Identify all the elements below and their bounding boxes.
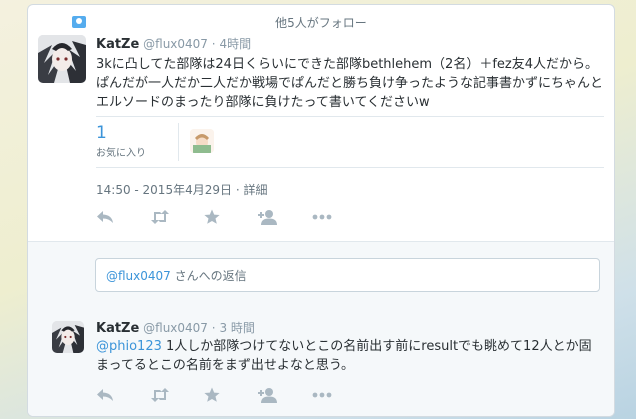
reply-compose-area: @flux0407 さんへの返信	[28, 241, 614, 305]
tweet-time[interactable]: 4時間	[219, 37, 251, 51]
avatar[interactable]	[38, 35, 86, 83]
reply-text-body: 1人しか部隊つけてないとこの名前出す前にresultでも眺めて12人とか固まって…	[96, 339, 592, 373]
follow-button[interactable]	[258, 385, 312, 405]
reply-author-name[interactable]: KatZe	[96, 321, 139, 336]
follow-notice: 他5人がフォロー	[275, 16, 367, 30]
retweet-button[interactable]	[150, 207, 204, 227]
reply-mention: @flux0407	[106, 269, 171, 283]
reply-icon	[97, 389, 113, 401]
author-name[interactable]: KatZe	[96, 37, 139, 52]
add-user-icon	[258, 388, 277, 403]
follow-button[interactable]	[258, 207, 312, 227]
timestamp-text[interactable]: 14:50 - 2015年4月29日	[96, 183, 232, 197]
reply-button[interactable]	[96, 207, 150, 227]
reply-text-mention[interactable]: @phio123	[96, 339, 162, 354]
favorite-button[interactable]	[204, 385, 258, 405]
tweet-actions	[96, 207, 366, 227]
reply-actions	[96, 385, 366, 405]
reply-input[interactable]: @flux0407 さんへの返信	[95, 258, 600, 292]
reply-button[interactable]	[96, 385, 150, 405]
divider	[96, 116, 604, 117]
retweet-icon	[151, 210, 169, 224]
stats-divider	[178, 123, 179, 161]
more-icon	[312, 392, 332, 398]
reply-avatar[interactable]	[52, 321, 84, 353]
reply-placeholder: さんへの返信	[170, 269, 247, 283]
tweet-text: 3kに凸してた部隊は24日くらいにできた部隊bethlehem（2名）＋fez友…	[96, 57, 604, 110]
reply-icon	[97, 211, 113, 223]
retweet-button[interactable]	[150, 385, 204, 405]
reply-author-handle[interactable]: @flux0407	[143, 321, 208, 335]
more-button[interactable]	[312, 385, 366, 405]
tweet-header: KatZe @flux0407 · 4時間	[96, 35, 251, 52]
conversation-panel: 他5人がフォロー KatZe @flux0407 · 4時間 3kに凸してた部隊…	[27, 4, 615, 417]
tweet-timestamp: 14:50 - 2015年4月29日 · 詳細	[96, 181, 268, 198]
more-button[interactable]	[312, 207, 366, 227]
favoriter-avatar[interactable]	[190, 129, 214, 153]
reply-time[interactable]: 3 時間	[219, 321, 254, 335]
divider	[96, 167, 604, 168]
separator: ·	[211, 321, 216, 335]
author-handle[interactable]: @flux0407	[143, 37, 208, 51]
favorites-count[interactable]: 1	[96, 123, 107, 143]
separator: ·	[211, 37, 216, 51]
reply-text: @phio123 1人しか部隊つけてないとこの名前出す前にresultでも眺めて…	[96, 337, 604, 375]
separator: ·	[235, 183, 240, 197]
reply-header: KatZe @flux0407 · 3 時間	[96, 319, 255, 336]
favorite-button[interactable]	[204, 207, 258, 227]
details-link[interactable]: 詳細	[243, 183, 267, 197]
star-icon	[204, 209, 220, 224]
add-user-icon	[258, 210, 277, 225]
retweet-icon	[151, 388, 169, 402]
star-icon	[204, 387, 220, 402]
more-icon	[312, 214, 332, 220]
favorites-label[interactable]: お気に入り	[96, 144, 146, 159]
